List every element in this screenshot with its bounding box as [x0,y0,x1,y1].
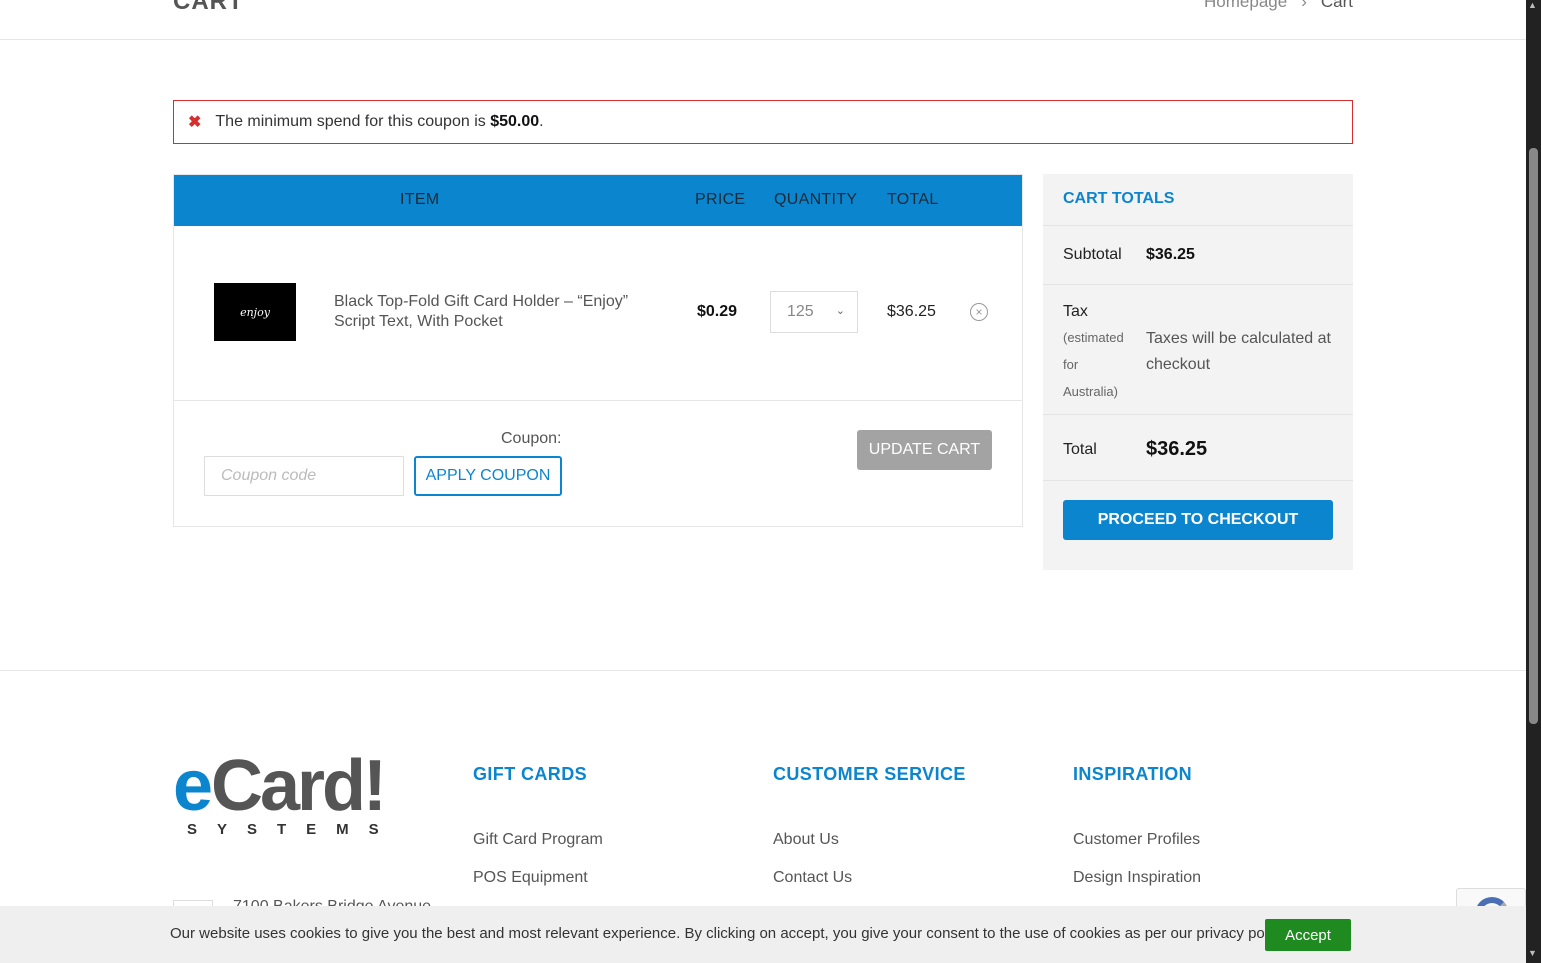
coupon-label: Coupon: [501,430,562,447]
quantity-value: 125 [787,303,814,320]
divider [1043,225,1353,226]
page-title: CART [173,0,244,15]
cart-totals-heading: CART TOTALS [1063,190,1175,207]
breadcrumb-separator: › [1301,0,1307,11]
column-total: TOTAL [887,191,939,208]
footer-link[interactable]: Contact Us [773,869,966,887]
cart-table: ITEM PRICE QUANTITY TOTAL enjoy Black To… [173,174,1023,527]
product-thumbnail[interactable]: enjoy [214,283,296,341]
cookie-banner: Our website uses cookies to give you the… [0,906,1526,963]
subtotal-value: $36.25 [1146,246,1195,263]
divider [1043,414,1353,415]
divider [1043,480,1353,481]
scroll-up-arrow-icon[interactable]: ▲ [1528,0,1537,10]
footer-link[interactable]: About Us [773,831,966,849]
proceed-to-checkout-button[interactable]: PROCEED TO CHECKOUT [1063,500,1333,540]
footer-link[interactable]: Customer Profiles [1073,831,1201,849]
tax-estimate-note: (estimated for Australia) [1063,330,1124,399]
top-bar: CART Homepage › Cart [0,0,1526,40]
coupon-code-input[interactable] [204,456,404,496]
footer-heading: GIFT CARDS [473,764,587,784]
scrollbar-thumb[interactable] [1529,148,1538,724]
apply-coupon-button[interactable]: APPLY COUPON [414,456,562,496]
footer-divider [0,670,1526,671]
footer-link[interactable]: Gift Card Program [473,831,603,849]
product-price: $0.29 [697,303,738,320]
divider [1043,284,1353,285]
chevron-down-icon: ⌄ [835,305,845,317]
minimum-spend-amount: $50.00 [490,113,540,130]
footer-link[interactable]: POS Equipment [473,869,603,887]
quantity-select[interactable]: 125 ⌄ [770,291,858,333]
coupon-error-notice: ✖ The minimum spend for this coupon is $… [173,100,1353,144]
footer-heading: CUSTOMER SERVICE [773,764,966,784]
remove-item-icon[interactable]: × [970,303,988,321]
breadcrumb-current: Cart [1320,0,1353,11]
error-message: The minimum spend for this coupon is $50… [215,113,544,130]
tax-value: Taxes will be calculated at checkout [1146,330,1331,373]
breadcrumb-home-link[interactable]: Homepage [1204,0,1287,12]
column-item: ITEM [400,191,440,208]
tax-label: Tax [1063,303,1088,320]
footer-heading: INSPIRATION [1073,764,1193,784]
product-name-link[interactable]: Black Top-Fold Gift Card Holder – “Enjoy… [334,292,654,332]
logo-card: Card! [211,746,387,826]
footer-column-inspiration: INSPIRATION Customer Profiles Design Ins… [1073,764,1201,887]
ecard-systems-logo[interactable]: e Card! SYSTEMS [173,745,387,845]
footer-column-customer-service: CUSTOMER SERVICE About Us Contact Us [773,764,966,887]
column-price: PRICE [695,191,746,208]
error-x-icon: ✖ [188,114,202,131]
cart-table-header: ITEM PRICE QUANTITY TOTAL [174,175,1022,226]
total-value: $36.25 [1146,438,1208,460]
footer-link[interactable]: Design Inspiration [1073,869,1201,887]
cookie-message: Our website uses cookies to give you the… [170,925,1290,942]
logo-e: e [173,746,213,826]
column-quantity: QUANTITY [774,191,858,208]
scroll-down-arrow-icon[interactable]: ▼ [1528,948,1537,958]
update-cart-button[interactable]: UPDATE CART [857,430,992,470]
line-total: $36.25 [887,303,936,320]
total-label: Total [1063,441,1097,458]
accept-cookies-button[interactable]: Accept [1265,919,1351,951]
subtotal-label: Subtotal [1063,246,1122,263]
cart-totals-panel: CART TOTALS Subtotal $36.25 Tax (estimat… [1043,174,1353,570]
breadcrumb: Homepage › Cart [1204,0,1353,12]
logo-systems: SYSTEMS [187,821,399,838]
footer-column-gift-cards: GIFT CARDS Gift Card Program POS Equipme… [473,764,603,887]
